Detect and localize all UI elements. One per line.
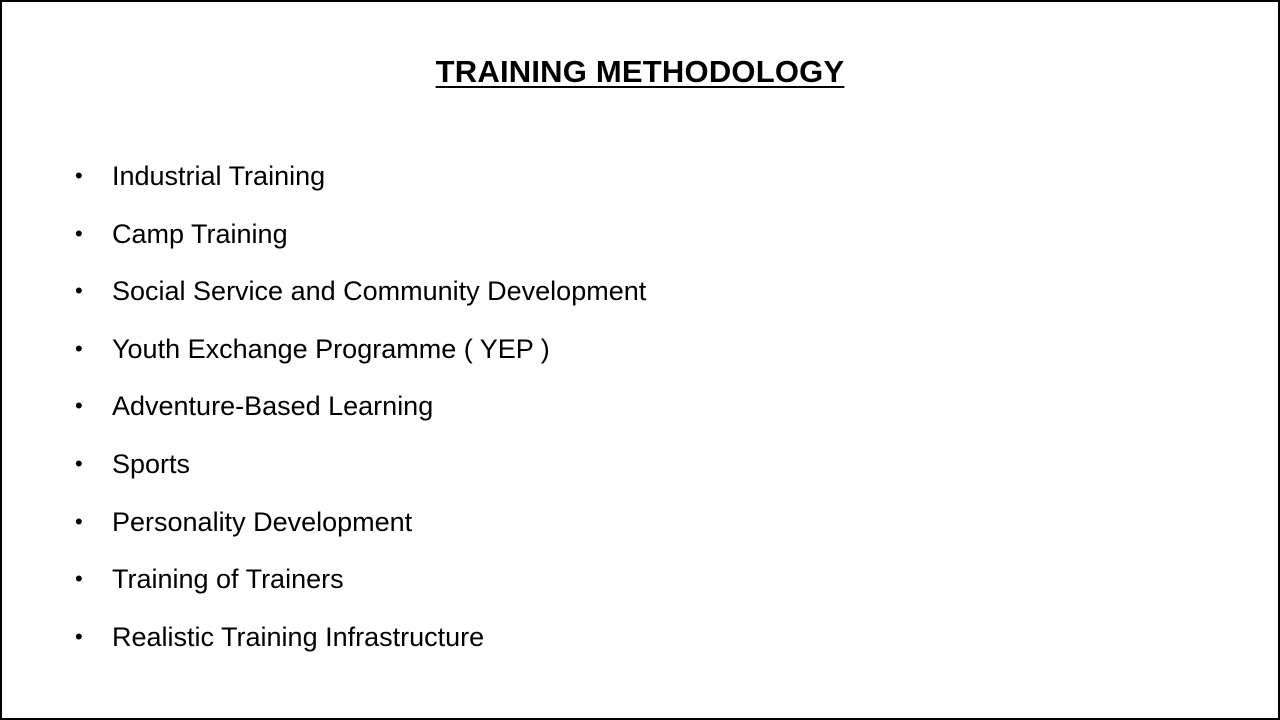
list-item-label: Adventure-Based Learning <box>112 391 434 422</box>
list-item: • Industrial Training <box>74 154 646 212</box>
list-item: • Social Service and Community Developme… <box>74 269 646 327</box>
list-item: • Youth Exchange Programme ( YEP ) <box>74 327 646 385</box>
bullet-list: • Industrial Training • Camp Training • … <box>74 154 646 672</box>
bullet-dot-icon: • <box>75 566 83 592</box>
list-item-label: Camp Training <box>112 218 288 249</box>
bullet-dot-icon: • <box>75 278 83 304</box>
list-item-label: Sports <box>112 448 191 479</box>
list-item-label: Industrial Training <box>112 161 326 191</box>
bullet-dot-icon: • <box>75 623 83 649</box>
list-item: • Personality Development <box>74 500 646 558</box>
list-item: • Adventure-Based Learning <box>74 384 646 442</box>
slide: TRAINING METHODOLOGY • Industrial Traini… <box>0 0 1280 720</box>
bullet-dot-icon: • <box>75 450 83 476</box>
bullet-dot-icon: • <box>75 393 83 419</box>
slide-title: TRAINING METHODOLOGY <box>435 54 845 89</box>
list-item-label: Realistic Training Infrastructure <box>112 621 485 652</box>
list-item-label: Youth Exchange Programme ( YEP ) <box>112 333 550 364</box>
list-item: • Camp Training <box>74 212 646 270</box>
list-item-label: Personality Development <box>112 506 413 537</box>
bullet-dot-icon: • <box>75 220 83 246</box>
bullet-dot-icon: • <box>75 508 83 534</box>
list-item: • Realistic Training Infrastructure <box>74 615 646 673</box>
list-item: • Sports <box>74 442 646 500</box>
bullet-dot-icon: • <box>75 163 83 188</box>
list-item-label: Training of Trainers <box>112 564 344 595</box>
list-item-label: Social Service and Community Development <box>112 276 647 307</box>
bullet-dot-icon: • <box>75 335 83 361</box>
list-item: • Training of Trainers <box>74 557 646 615</box>
